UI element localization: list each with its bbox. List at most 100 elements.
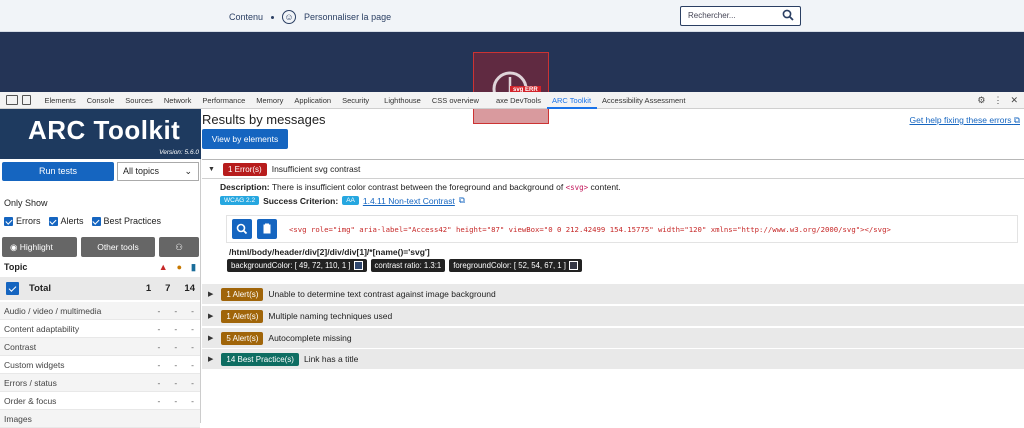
menu-content-link[interactable]: Contenu (229, 12, 263, 22)
total-bp-count: 14 (184, 283, 195, 294)
devtools-tab[interactable]: Performance (197, 92, 251, 109)
category-row[interactable]: Contrast - - - (0, 338, 200, 356)
external-link-icon: ⧉ (458, 195, 465, 205)
only-show-label: Only Show (4, 198, 48, 208)
user-settings-button[interactable]: ⚇ (159, 237, 199, 257)
inspect-element-icon[interactable] (6, 95, 18, 105)
contrast-ratio-chip: contrast ratio: 1.3:1 (370, 259, 446, 272)
site-search-input[interactable]: Rechercher... (680, 6, 801, 26)
close-icon[interactable]: ✕ (1010, 95, 1018, 106)
other-tools-button[interactable]: Other tools (81, 237, 155, 257)
result-group-title: Autocomplete missing (268, 333, 352, 343)
category-row[interactable]: Audio / video / multimedia - - - (0, 302, 200, 320)
foreground-color-chip: foregroundColor: [ 52, 54, 67, 1 ] (449, 259, 582, 272)
view-by-elements-button[interactable]: View by elements (202, 129, 288, 149)
background-color-chip: backgroundColor: [ 49, 72, 110, 1 ] (227, 259, 367, 272)
devtools-tab[interactable]: Memory (251, 92, 289, 109)
description-code: <svg> (565, 183, 589, 192)
caret-right-icon[interactable]: ▶ (208, 290, 213, 298)
devtools-tab[interactable]: Sources (120, 92, 159, 109)
result-group[interactable]: ▶ 5 Alert(s) Autocomplete missing (202, 328, 1024, 349)
devtools-tab[interactable]: axe DevTools (490, 92, 546, 109)
alerts-checkbox-label: Alerts (60, 216, 84, 226)
inspect-button[interactable] (232, 219, 252, 239)
caret-down-icon[interactable]: ▼ (208, 166, 215, 173)
category-bp: - (191, 359, 194, 370)
category-label: Order & focus (4, 395, 57, 406)
device-toolbar-icon[interactable] (22, 95, 31, 105)
search-icon[interactable] (782, 9, 794, 21)
category-label: Images (4, 413, 32, 424)
background-color-text: backgroundColor: [ 49, 72, 110, 1 ] (231, 261, 351, 270)
success-criterion-label: Success Criterion: (263, 195, 339, 206)
total-alerts-count: 7 (165, 283, 171, 294)
element-xpath: /html/body/header/div[2]/div/div[1]/*[na… (229, 247, 430, 257)
category-errors: - (157, 323, 161, 334)
category-errors: - (157, 359, 161, 370)
devtools-tab[interactable]: Accessibility Assessment (597, 92, 691, 109)
result-group[interactable]: ▶ 1 Alert(s) Unable to determine text co… (202, 284, 1024, 305)
category-row[interactable]: Custom widgets - - - (0, 356, 200, 374)
result-group-expanded[interactable]: ▼ 1 Error(s) Insufficient svg contrast (202, 159, 1024, 179)
best-practice-count-badge: 14 Best Practice(s) (221, 352, 299, 366)
caret-right-icon[interactable]: ▶ (208, 312, 213, 320)
category-bp: - (191, 341, 194, 352)
criterion-link[interactable]: 1.4.11 Non-text Contrast (363, 196, 455, 206)
description-label: Description: (220, 182, 270, 192)
more-options-icon[interactable]: ⋮ (993, 95, 1002, 106)
filter-checkboxes: Errors Alerts Best Practices (4, 216, 161, 227)
devtools-tab[interactable]: Lighthouse (379, 92, 427, 109)
category-bp: - (191, 323, 194, 334)
category-row[interactable]: Images (0, 410, 200, 428)
clipboard-icon (263, 223, 271, 234)
site-topbar: Contenu ☺ Personnaliser la page Recherch… (0, 0, 1024, 32)
category-label: Contrast (4, 341, 37, 352)
category-alerts: - (174, 377, 178, 388)
devtools-tab[interactable]: CSS overview (426, 92, 484, 109)
description-text: There is insufficient color contrast bet… (271, 182, 564, 192)
total-row[interactable]: Total 1 7 14 (0, 277, 200, 300)
devtools-tab[interactable]: Application (289, 92, 337, 109)
highlight-button-label: Highlight (19, 242, 53, 252)
menu-personalize-link[interactable]: Personnaliser la page (304, 12, 391, 22)
site-hero: svg ERR ✦ (0, 32, 1024, 126)
aa-level-badge: AA (342, 196, 359, 205)
topics-select-value: All topics (123, 166, 160, 176)
alert-count-badge: 1 Alert(s) (221, 287, 264, 301)
devtools-tab[interactable]: Network (158, 92, 197, 109)
topics-select[interactable]: All topics ⌄ (117, 162, 199, 181)
category-row[interactable]: Content adaptability - - - (0, 320, 200, 338)
category-alerts: - (174, 341, 178, 352)
category-row[interactable]: Errors / status - - - (0, 374, 200, 392)
arc-version: Version: 5.6.0 (159, 149, 199, 156)
results-panel: Results by messages View by elements Get… (202, 109, 1024, 423)
category-row[interactable]: Order & focus - - - (0, 392, 200, 410)
success-criterion: WCAG 2.2 Success Criterion: AA 1.4.11 No… (220, 195, 465, 206)
total-checkbox-icon[interactable] (6, 282, 19, 295)
category-bp: - (191, 377, 194, 388)
caret-right-icon[interactable]: ▶ (208, 355, 213, 363)
description-end: content. (590, 182, 621, 192)
devtools-tab[interactable]: Security (337, 92, 375, 109)
run-tests-button[interactable]: Run tests (2, 162, 114, 181)
errors-checkbox[interactable]: Errors (4, 216, 41, 227)
result-group-title: Multiple naming techniques used (268, 311, 393, 321)
alert-count-badge: 5 Alert(s) (221, 331, 264, 345)
highlight-button[interactable]: ◉ Highlight (2, 237, 77, 257)
copy-button[interactable] (257, 219, 277, 239)
wcag-badge: WCAG 2.2 (220, 196, 260, 205)
result-group-title: Link has a title (303, 354, 359, 364)
help-link[interactable]: Get help fixing these errors ⧉ (909, 115, 1020, 126)
result-group[interactable]: ▶ 1 Alert(s) Multiple naming techniques … (202, 306, 1024, 327)
tab-arc-toolkit[interactable]: ARC Toolkit (546, 92, 597, 109)
result-group[interactable]: ▶ 14 Best Practice(s) Link has a title (202, 349, 1024, 370)
background-swatch (353, 261, 363, 270)
devtools-tab[interactable]: Elements (39, 92, 81, 109)
best-practices-checkbox[interactable]: Best Practices (91, 216, 161, 227)
alerts-checkbox[interactable]: Alerts (48, 216, 84, 227)
settings-gear-icon[interactable]: ⚙ (977, 95, 985, 106)
devtools-tab[interactable]: Console (81, 92, 120, 109)
category-label: Content adaptability (4, 323, 80, 334)
caret-right-icon[interactable]: ▶ (208, 334, 213, 342)
thumbs-up-icon: ▮ (191, 262, 196, 272)
